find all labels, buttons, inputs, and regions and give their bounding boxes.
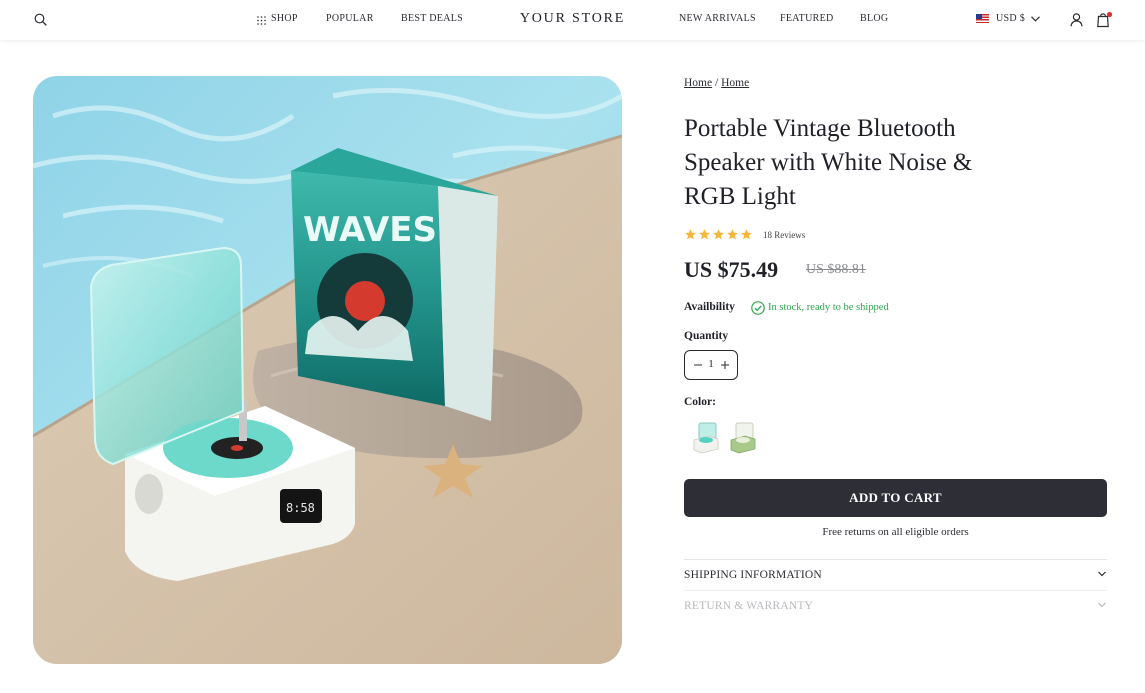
box-label: WAVES xyxy=(303,210,437,250)
breadcrumb: Home / Home xyxy=(684,77,749,89)
breadcrumb-home[interactable]: Home xyxy=(684,77,712,89)
accordion-shipping-label: SHIPPING INFORMATION xyxy=(684,569,822,581)
plus-icon[interactable] xyxy=(718,358,732,372)
nav-featured[interactable]: FEATURED xyxy=(780,13,834,24)
store-logo-wrap: YOUR STORE xyxy=(0,11,1145,27)
currency-selector[interactable]: USD $ xyxy=(996,13,1025,24)
nav-shop[interactable]: SHOP xyxy=(271,13,298,24)
nav-best-deals[interactable]: BEST DEALS xyxy=(401,13,463,24)
star-icon xyxy=(713,229,724,240)
star-icon xyxy=(699,229,710,240)
reviews-link[interactable]: 18 Reviews xyxy=(763,230,805,240)
svg-text:8:58: 8:58 xyxy=(286,501,315,515)
store-logo[interactable]: YOUR STORE xyxy=(520,11,625,26)
check-circle-icon xyxy=(751,301,765,315)
nav-new-arrivals[interactable]: NEW ARRIVALS xyxy=(679,13,756,24)
rating-stars xyxy=(684,228,753,242)
site-header: SHOP POPULAR BEST DEALS YOUR STORE NEW A… xyxy=(0,0,1145,40)
nav-blog[interactable]: BLOG xyxy=(860,13,888,24)
availability-status: In stock, ready to be shipped xyxy=(768,302,889,313)
product-image[interactable]: WAVES 8:58 xyxy=(33,76,622,664)
accordion-returns-label: RETURN & WARRANTY xyxy=(684,600,814,612)
chevron-down-icon xyxy=(1098,571,1106,577)
add-to-cart-button[interactable]: ADD TO CART xyxy=(684,479,1107,517)
accordion-shipping[interactable]: SHIPPING INFORMATION xyxy=(684,561,1107,589)
product-title: Portable Vintage Bluetooth Speaker with … xyxy=(684,115,973,210)
free-returns-note: Free returns on all eligible orders xyxy=(822,526,969,538)
star-icon xyxy=(685,229,696,240)
chevron-down-icon xyxy=(1098,602,1106,608)
compare-price: US $88.81 xyxy=(806,262,866,277)
color-swatch-green[interactable] xyxy=(727,418,759,454)
quantity-label: Quantity xyxy=(684,330,729,342)
grid-icon xyxy=(256,15,266,25)
breadcrumb-separator: / xyxy=(714,77,719,89)
divider xyxy=(684,590,1107,591)
color-label: Color: xyxy=(684,396,716,408)
account-icon[interactable] xyxy=(1069,12,1084,27)
star-icon xyxy=(741,229,752,240)
flag-us-icon xyxy=(976,14,989,23)
color-swatch-teal[interactable] xyxy=(690,418,722,454)
divider xyxy=(684,559,1107,560)
star-icon xyxy=(727,229,738,240)
cart-icon[interactable] xyxy=(1096,11,1114,28)
accordion-returns[interactable]: RETURN & WARRANTY xyxy=(684,592,1107,620)
product-price: US $75.49 xyxy=(684,257,779,282)
availability-label: Availbility xyxy=(684,301,735,313)
breadcrumb-current[interactable]: Home xyxy=(721,77,749,89)
search-icon[interactable] xyxy=(33,12,48,27)
minus-icon[interactable] xyxy=(691,358,705,372)
chevron-down-icon[interactable] xyxy=(1030,14,1040,24)
quantity-stepper: 1 xyxy=(684,350,738,380)
quantity-input[interactable]: 1 xyxy=(705,358,717,370)
nav-popular[interactable]: POPULAR xyxy=(326,13,374,24)
